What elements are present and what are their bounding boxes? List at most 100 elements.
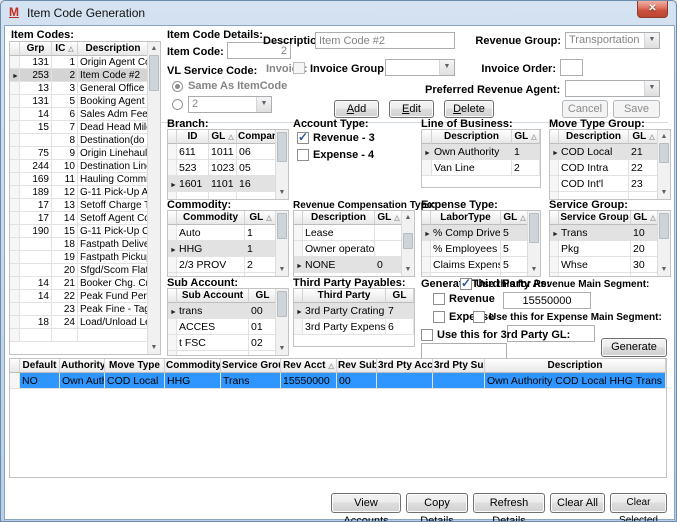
table-row-current[interactable]: ►Trans10 [550, 225, 659, 241]
column-header-service-group[interactable]: Service Group [221, 359, 281, 373]
table-row[interactable]: 1422Peak Fund Perce [10, 290, 149, 303]
table-row[interactable]: 157Dead Head Milea [10, 121, 149, 134]
column-header-gl[interactable]: GL△ [501, 211, 529, 225]
table-row[interactable]: Auto1 [168, 225, 277, 241]
table-row[interactable]: 19015G-11 Pick-Up Ch [10, 225, 149, 238]
column-header-rev-sub[interactable]: Rev Sub [337, 359, 377, 373]
table-row[interactable]: 24410Destination Linel [10, 160, 149, 173]
sub-account-scrollbar[interactable]: ▼ [275, 289, 288, 355]
table-row[interactable]: Owner operator [294, 241, 403, 257]
refresh-details-button[interactable]: Refresh Details [473, 493, 545, 513]
column-header-third-party[interactable]: Third Party [303, 289, 386, 303]
preferred-revenue-agent-combobox[interactable]: ▼ [565, 80, 660, 97]
column-header-company[interactable]: Company [237, 130, 277, 144]
table-row[interactable]: 20Sfgd/Scom Flat A [10, 264, 149, 277]
table-row[interactable]: Claims Expense5 [422, 257, 529, 273]
column-header-service-group[interactable]: Service Group [559, 211, 631, 225]
column-header-description[interactable]: Description [78, 42, 149, 56]
table-row[interactable]: Whse30 [550, 257, 659, 273]
scroll-down-icon[interactable]: ▼ [402, 264, 414, 275]
table-row-current[interactable]: ►% Comp Driver5 [422, 225, 529, 241]
column-header-gl[interactable]: GL [249, 289, 277, 303]
add-button[interactable]: Add [334, 100, 379, 118]
vl-code-radio[interactable] [172, 99, 183, 110]
table-row[interactable]: 1824Load/Unload Lea [10, 316, 149, 329]
table-row-current[interactable]: ►1601110116 [168, 176, 277, 192]
use-third-party-gl-checkbox[interactable] [421, 329, 433, 341]
column-header-authority[interactable]: Authority [60, 359, 105, 373]
same-as-itemcode-radio[interactable] [172, 81, 183, 92]
table-row[interactable]: Lease [294, 225, 403, 241]
revenue-account-type-checkbox[interactable] [297, 132, 309, 144]
scrollbar-thumb[interactable] [277, 213, 287, 239]
save-button[interactable]: Save [613, 100, 660, 118]
scroll-up-icon[interactable]: ▲ [658, 131, 670, 142]
table-row[interactable]: 1311Origin Agent Con [10, 56, 149, 69]
invoice-checkbox[interactable] [293, 62, 305, 74]
column-header-description[interactable]: Description [559, 130, 629, 144]
generate-button[interactable]: Generate [601, 338, 667, 357]
generate-expense-checkbox[interactable] [433, 311, 445, 323]
table-row-current[interactable]: ►Own Authority1 [422, 144, 540, 160]
table-row-selected[interactable]: ►2532Item Code #2 [10, 69, 149, 82]
scroll-up-icon[interactable]: ▲ [148, 43, 160, 54]
table-row[interactable]: Van Line2 [422, 160, 540, 176]
expense-account-type-checkbox[interactable] [297, 149, 309, 161]
revenue-compensation-scrollbar[interactable]: ▲ ▼ [401, 211, 414, 276]
scrollbar-thumb[interactable] [277, 132, 287, 162]
scrollbar-thumb[interactable] [529, 213, 539, 243]
table-row[interactable]: 16911Hauling Commis [10, 173, 149, 186]
scrollbar-thumb[interactable] [403, 233, 413, 249]
table-row[interactable]: % Employees5 [422, 241, 529, 257]
vl-code-combobox[interactable]: 2 ▼ [188, 96, 272, 113]
delete-button[interactable]: Delete [444, 100, 494, 118]
table-row[interactable]: 18Fastpath Delivery [10, 238, 149, 251]
view-accounts-button[interactable]: View Accounts [331, 493, 401, 513]
column-header-default[interactable]: Default [20, 359, 60, 373]
invoice-order-field[interactable] [560, 59, 583, 76]
table-row[interactable]: 23Peak Fine - Tag [10, 303, 149, 316]
table-row[interactable] [10, 329, 149, 342]
scroll-down-icon[interactable]: ▼ [276, 187, 288, 198]
column-header-description[interactable]: Description [303, 211, 375, 225]
table-row[interactable]: 8Destination(do n [10, 134, 149, 147]
move-type-group-scrollbar[interactable]: ▲ ▼ [657, 130, 670, 199]
scroll-down-icon[interactable]: ▼ [276, 264, 288, 275]
table-row[interactable]: COD Int'l23 [550, 176, 659, 192]
column-header-3rd-pty-acct[interactable]: 3rd Pty Acct [377, 359, 433, 373]
column-header-labortype[interactable]: LaborType [431, 211, 501, 225]
table-row[interactable]: 2/3 PROV2 [168, 257, 277, 273]
item-codes-scrollbar[interactable]: ▲ ▼ [147, 42, 160, 354]
table-row[interactable]: 1713Setoff Charge To [10, 199, 149, 212]
edit-button[interactable]: Edit [389, 100, 434, 118]
service-group-scrollbar[interactable]: ▼ [657, 211, 670, 276]
use-expense-main-segment-checkbox[interactable] [473, 311, 485, 323]
column-header-ic[interactable]: IC△ [52, 42, 78, 56]
column-header-sub-account[interactable]: Sub Account [177, 289, 249, 303]
scroll-up-icon[interactable]: ▲ [402, 212, 414, 223]
column-header-commodity[interactable]: Commodity [165, 359, 221, 373]
column-header-commodity[interactable]: Commodity [177, 211, 245, 225]
table-row-current[interactable]: ►3rd Party Crating7 [294, 303, 414, 319]
branch-scrollbar[interactable]: ▼ [275, 130, 288, 199]
table-row[interactable]: 146Sales Adm Fee [10, 108, 149, 121]
table-row[interactable]: COD Intra22 [550, 160, 659, 176]
clear-selected-button[interactable]: Clear Selected [610, 493, 667, 513]
column-header-description[interactable]: Description [432, 130, 512, 144]
table-row[interactable] [168, 351, 277, 356]
scroll-down-icon[interactable]: ▼ [276, 343, 288, 354]
scrollbar-thumb[interactable] [659, 143, 669, 163]
table-row-current[interactable]: ►trans00 [168, 303, 277, 319]
table-row[interactable]: 1421Booker Chg. Cro [10, 277, 149, 290]
table-row[interactable]: 523102305 [168, 160, 277, 176]
expense-type-scrollbar[interactable]: ▼ [527, 211, 540, 276]
table-row-current[interactable]: ►HHG1 [168, 241, 277, 257]
column-header-gl[interactable]: GL△ [629, 130, 659, 144]
table-row[interactable]: Pkg20 [550, 241, 659, 257]
column-header-3rd-pty-sub[interactable]: 3rd Pty Sub [433, 359, 485, 373]
table-row[interactable]: 611101106 [168, 144, 277, 160]
scrollbar-thumb[interactable] [659, 213, 669, 239]
column-header-gl[interactable]: GL△ [512, 130, 540, 144]
description-field[interactable] [315, 32, 455, 49]
invoice-group-combobox[interactable]: ▼ [385, 59, 455, 76]
